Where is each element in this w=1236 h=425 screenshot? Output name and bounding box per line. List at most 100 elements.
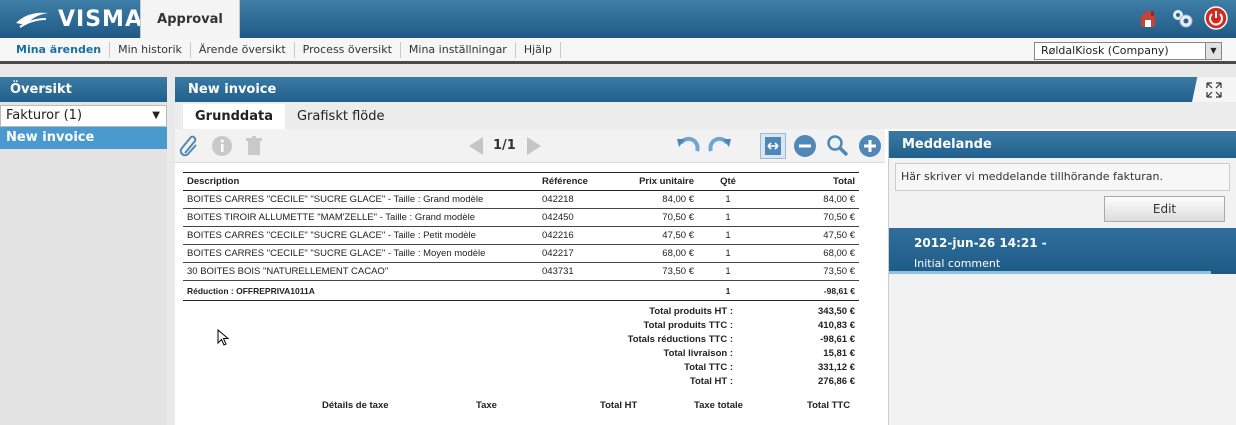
message-panel: Meddelande Här skriver vi meddelande til… [888,131,1236,425]
total-label: Total produits TTC : [643,320,733,331]
previous-page-icon[interactable] [463,133,489,159]
cell: 73,50 € [618,262,698,281]
cell: 1 [698,226,758,245]
overview-panel: Översikt Fakturor (1) ▼ New invoice [0,77,167,425]
overview-filter-select[interactable]: Fakturor (1) ▼ [0,105,167,127]
total-label: Totals réductions TTC : [627,334,733,345]
invoice-items-table: Description Référence Prix unitaire Qté … [183,172,859,301]
paperclip-icon[interactable] [177,133,203,159]
fit-width-icon[interactable] [760,133,786,159]
tax-column-header: Taxe totale [694,400,743,411]
cell: 1 [698,244,758,263]
menu-hjalp[interactable]: Hjälp [516,41,561,58]
app-tab-approval[interactable]: Approval [140,0,240,38]
menu-mina-arenden[interactable]: Mina ärenden [0,41,111,58]
cell: 47,50 € [758,226,859,245]
fullscreen-button[interactable] [1192,77,1236,102]
total-row: Total livraison : 15,81 € [175,348,855,362]
table-row: 30 BOITES BOIS "NATURELLEMENT CACAO" 043… [183,262,859,281]
total-value: 15,81 € [823,348,855,359]
cell: 47,50 € [618,226,698,245]
tab-grafiskt-flode[interactable]: Grafiskt flöde [285,104,397,129]
invoice-document-view[interactable]: Description Référence Prix unitaire Qté … [175,164,885,425]
main-menu: Mina ärenden Min historik Ärende översik… [0,38,1236,64]
column-header: Total [758,172,859,191]
company-select[interactable]: RøldalKiosk (Company) ▼ [1034,42,1222,60]
table-row: BOITES TIROIR ALLUMETTE "MAM'ZELLE" - Ta… [183,208,859,227]
page-indicator: 1/1 [493,138,516,153]
comment-text: Initial comment [914,257,1001,270]
cell: 1 [698,262,758,281]
home-icon[interactable] [1136,6,1160,30]
cell [538,280,618,301]
settings-gear-icon[interactable] [1170,6,1194,30]
rotate-right-icon[interactable] [707,133,733,159]
cell: 042450 [538,208,618,227]
column-header: Référence [538,172,618,191]
invoice-tabs: Grunddata Grafiskt flöde [175,102,1236,129]
cell: 1 [698,190,758,209]
invoice-totals: Total produits HT : 343,50 € Total produi… [175,306,855,390]
comment-timestamp: 2012-jun-26 14:21 - [914,236,1047,250]
logo-text: VISMA [58,6,143,32]
zoom-icon[interactable] [825,133,851,159]
overview-title: Översikt [0,77,167,102]
message-text: Här skriver vi meddelande tillhörande fa… [895,163,1230,191]
table-row: BOITES CARRES "CECILE" "SUCRE GLACE" - T… [183,226,859,245]
zoom-out-icon[interactable] [792,133,818,159]
expand-icon [1206,81,1222,98]
table-row: BOITES CARRES "CECILE" "SUCRE GLACE" - T… [183,244,859,263]
top-header: VISMA Approval [0,0,1236,38]
overview-filter-value: Fakturor (1) [6,108,83,123]
edit-button[interactable]: Edit [1104,196,1225,222]
total-row: Total TTC : 331,12 € [175,362,855,376]
tab-grunddata[interactable]: Grunddata [183,104,285,129]
menu-arende-oversikt[interactable]: Ärende översikt [191,41,295,58]
visma-swoosh-icon [16,12,48,28]
cell: 73,50 € [758,262,859,281]
cell: BOITES CARRES "CECILE" "SUCRE GLACE" - T… [183,226,538,245]
total-value: -98,61 € [820,334,855,345]
power-icon[interactable] [1204,6,1228,30]
rotate-left-icon[interactable] [675,133,701,159]
table-header-row: Description Référence Prix unitaire Qté … [183,172,859,191]
next-page-icon[interactable] [521,133,547,159]
cell: 70,50 € [758,208,859,227]
total-value: 276,86 € [818,376,855,387]
reduction-qty: 1 [698,280,758,301]
cell: 30 BOITES BOIS "NATURELLEMENT CACAO" [183,262,538,281]
invoice-panel-header: New invoice [175,77,1236,102]
mouse-cursor-icon [217,329,230,346]
total-value: 410,83 € [818,320,855,331]
total-label: Total HT : [689,376,733,387]
column-header: Qté [698,172,758,191]
menu-mina-installningar[interactable]: Mina inställningar [401,41,516,58]
total-row: Total HT : 276,86 € [175,376,855,390]
cell: 042218 [538,190,618,209]
total-row: Total produits HT : 343,50 € [175,306,855,320]
total-label: Total TTC : [684,362,733,373]
reduction-row: Réduction : OFFREPRIVA1011A 1 -98,61 € [183,280,859,301]
zoom-in-icon[interactable] [857,133,883,159]
chevron-down-icon[interactable]: ▼ [1205,43,1221,59]
cell: BOITES TIROIR ALLUMETTE "MAM'ZELLE" - Ta… [183,208,538,227]
cell: 1 [698,208,758,227]
info-icon[interactable] [209,133,235,159]
column-header: Prix unitaire [618,172,698,191]
reduction-label: Réduction : OFFREPRIVA1011A [183,280,538,301]
reduction-total: -98,61 € [758,280,859,301]
visma-logo[interactable]: VISMA [14,6,143,32]
comment-divider [889,271,1211,274]
table-row: BOITES CARRES "CECILE" "SUCRE GLACE" - T… [183,190,859,209]
list-item-new-invoice[interactable]: New invoice [0,127,167,149]
trash-icon[interactable] [241,133,267,159]
menu-min-historik[interactable]: Min historik [110,41,191,58]
total-label: Total livraison : [663,348,733,359]
total-value: 343,50 € [818,306,855,317]
message-panel-title: Meddelande [889,131,1236,158]
cell: BOITES CARRES "CECILE" "SUCRE GLACE" - T… [183,244,538,263]
menu-process-oversikt[interactable]: Process översikt [295,41,401,58]
cell: 70,50 € [618,208,698,227]
invoice-panel-title: New invoice [188,82,277,97]
cell: 84,00 € [758,190,859,209]
